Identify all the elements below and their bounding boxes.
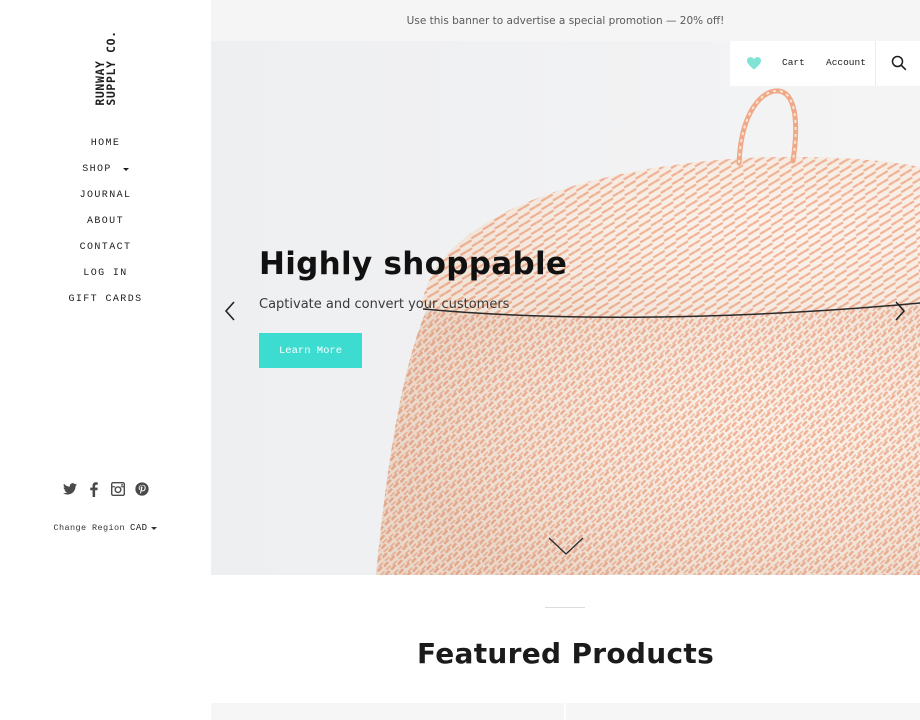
cart-link[interactable]: Cart	[782, 57, 805, 68]
header-divider	[875, 41, 876, 86]
instagram-icon[interactable]	[110, 481, 126, 497]
section-divider	[545, 607, 585, 608]
hero-subtitle: Captivate and convert your customers	[259, 297, 510, 312]
nav-shop-label: SHOP	[82, 163, 112, 175]
caret-down-icon	[151, 526, 158, 530]
brand-logo-text: RUNWAY SUPPLY CO.	[93, 30, 118, 106]
product-card[interactable]	[211, 703, 564, 720]
header-utility-bar: Cart Account	[730, 41, 920, 86]
nav-journal[interactable]: JOURNAL	[80, 190, 132, 201]
heart-icon[interactable]	[747, 57, 761, 70]
chevron-right-icon[interactable]	[892, 299, 908, 323]
sidebar-nav: HOME SHOP JOURNAL ABOUT CONTACT LOG IN G…	[0, 130, 211, 312]
product-card[interactable]	[566, 703, 920, 720]
brand-logo[interactable]: RUNWAY SUPPLY CO.	[92, 30, 120, 105]
region-selector: Change Region CAD	[0, 523, 211, 533]
chevron-left-icon[interactable]	[222, 299, 238, 323]
learn-more-button[interactable]: Learn More	[259, 333, 362, 368]
nav-contact[interactable]: CONTACT	[80, 242, 132, 253]
region-label: Change Region	[53, 523, 126, 533]
nav-home[interactable]: HOME	[91, 138, 121, 149]
nav-about[interactable]: ABOUT	[87, 216, 124, 227]
chevron-down-icon[interactable]	[547, 535, 585, 557]
search-icon[interactable]	[891, 55, 907, 71]
currency-dropdown[interactable]: CAD	[130, 523, 158, 533]
featured-products-title: Featured Products	[416, 637, 715, 670]
twitter-icon[interactable]	[62, 481, 78, 497]
hero-slideshow: Highly shoppable Captivate and convert y…	[211, 41, 920, 575]
pinterest-icon[interactable]	[134, 481, 150, 497]
hero-title: Highly shoppable	[259, 246, 568, 282]
announcement-text: Use this banner to advertise a special p…	[406, 14, 725, 27]
nav-log-in[interactable]: LOG IN	[83, 268, 127, 279]
nav-gift-cards[interactable]: GIFT CARDS	[68, 294, 142, 305]
caret-down-icon	[122, 167, 129, 171]
announcement-bar: Use this banner to advertise a special p…	[211, 0, 920, 41]
account-link[interactable]: Account	[826, 57, 866, 68]
social-links	[62, 480, 150, 498]
currency-value: CAD	[130, 523, 148, 533]
sidebar: RUNWAY SUPPLY CO. HOME SHOP JOURNAL ABOU…	[0, 0, 211, 720]
nav-shop[interactable]: SHOP	[82, 164, 129, 175]
facebook-icon[interactable]	[86, 481, 102, 497]
